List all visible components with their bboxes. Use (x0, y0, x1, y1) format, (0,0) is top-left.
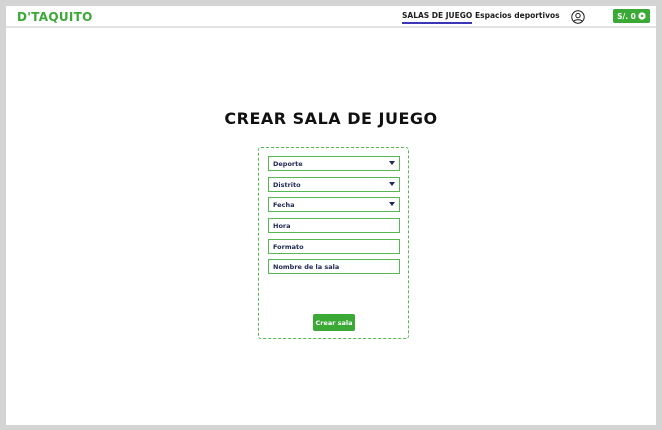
district-select[interactable]: Distrito (268, 177, 400, 192)
room-name-input-placeholder: Nombre de la sala (273, 262, 340, 271)
soccer-ball-icon (638, 12, 646, 20)
date-select-label: Fecha (273, 200, 295, 209)
room-name-input[interactable]: Nombre de la sala (268, 259, 400, 274)
time-input[interactable]: Hora (268, 218, 400, 233)
create-room-button[interactable]: Crear sala (313, 314, 355, 331)
create-room-form: Deporte Distrito Fecha Hora Formato Nomb… (258, 147, 409, 339)
wallet-balance-label: S/. 0 (617, 11, 636, 21)
user-circle-icon[interactable] (571, 9, 585, 24)
date-select[interactable]: Fecha (268, 197, 400, 212)
nav-link-espacios-deportivos[interactable]: Espacios deportivos (475, 11, 560, 20)
time-input-placeholder: Hora (273, 221, 291, 230)
district-select-label: Distrito (273, 180, 301, 189)
format-input[interactable]: Formato (268, 239, 400, 254)
format-input-placeholder: Formato (273, 242, 304, 251)
top-navbar: D'TAQUITO SALAS DE JUEGO Espacios deport… (6, 6, 656, 28)
page-title: CREAR SALA DE JUEGO (224, 109, 438, 128)
sport-select[interactable]: Deporte (268, 156, 400, 171)
nav-link-salas-de-juego[interactable]: SALAS DE JUEGO (402, 11, 473, 24)
caret-down-icon (389, 202, 395, 206)
app-window: D'TAQUITO SALAS DE JUEGO Espacios deport… (6, 6, 656, 425)
brand-logo[interactable]: D'TAQUITO (17, 10, 93, 24)
wallet-balance-button[interactable]: S/. 0 (613, 9, 650, 23)
caret-down-icon (389, 161, 395, 165)
caret-down-icon (389, 182, 395, 186)
sport-select-label: Deporte (273, 159, 303, 168)
